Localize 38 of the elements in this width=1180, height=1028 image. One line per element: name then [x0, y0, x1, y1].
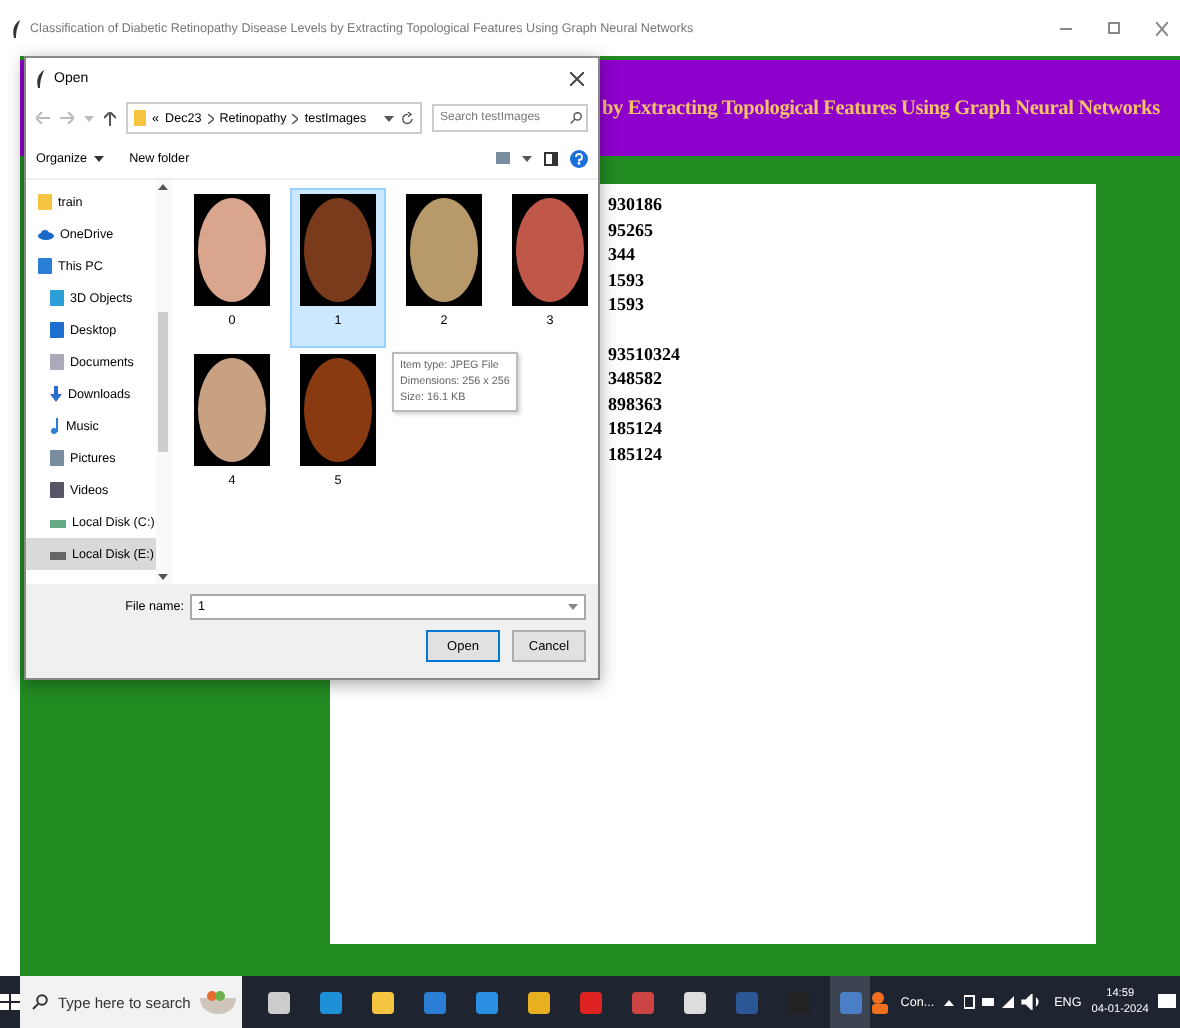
chevron-right-icon [207, 113, 214, 123]
minimize-icon[interactable] [1060, 27, 1072, 29]
music-note-icon [50, 418, 60, 434]
preview-pane-icon[interactable] [544, 151, 558, 165]
caret-down-icon [84, 115, 94, 121]
notification-icon[interactable] [1158, 993, 1177, 1011]
disk-drive-icon [50, 517, 66, 527]
scrollbar-thumb[interactable] [158, 312, 169, 452]
header-title: by Extracting Topological Features Using Graph Neural Networks [602, 97, 1160, 119]
bowl-icon [200, 990, 237, 1014]
help-icon[interactable] [570, 149, 588, 167]
search-icon [32, 994, 48, 1010]
output-line: 185124 [608, 441, 662, 466]
search-icon [570, 112, 582, 124]
caret-down-icon [568, 604, 578, 610]
output-line: 185124 [608, 416, 662, 441]
up-arrow-icon[interactable] [104, 111, 116, 125]
output-line: 95265 [608, 217, 653, 242]
tray-icons-drawing[interactable] [964, 994, 1045, 1010]
chevron-right-icon [292, 113, 299, 123]
close-icon[interactable] [570, 71, 584, 85]
output-line: 344 [608, 242, 635, 267]
output-line: 348582 [608, 366, 662, 391]
chevron-up-icon [944, 999, 955, 1005]
scroll-up-icon [158, 184, 169, 190]
maximize-icon[interactable] [1108, 22, 1120, 34]
output-line: 93510324 [608, 341, 680, 366]
output-line: 930186 [608, 192, 662, 217]
output-line: 1593 [608, 292, 644, 317]
scroll-down-icon [158, 574, 169, 580]
output-line: 1593 [608, 267, 644, 292]
refresh-icon[interactable] [402, 111, 414, 125]
caret-down-icon [384, 115, 394, 121]
disk-drive-icon [50, 549, 66, 559]
download-arrow-icon [50, 386, 62, 402]
windows-logo-icon [0, 992, 20, 1012]
output-line: 898363 [608, 391, 662, 416]
cloud-icon [38, 229, 54, 239]
